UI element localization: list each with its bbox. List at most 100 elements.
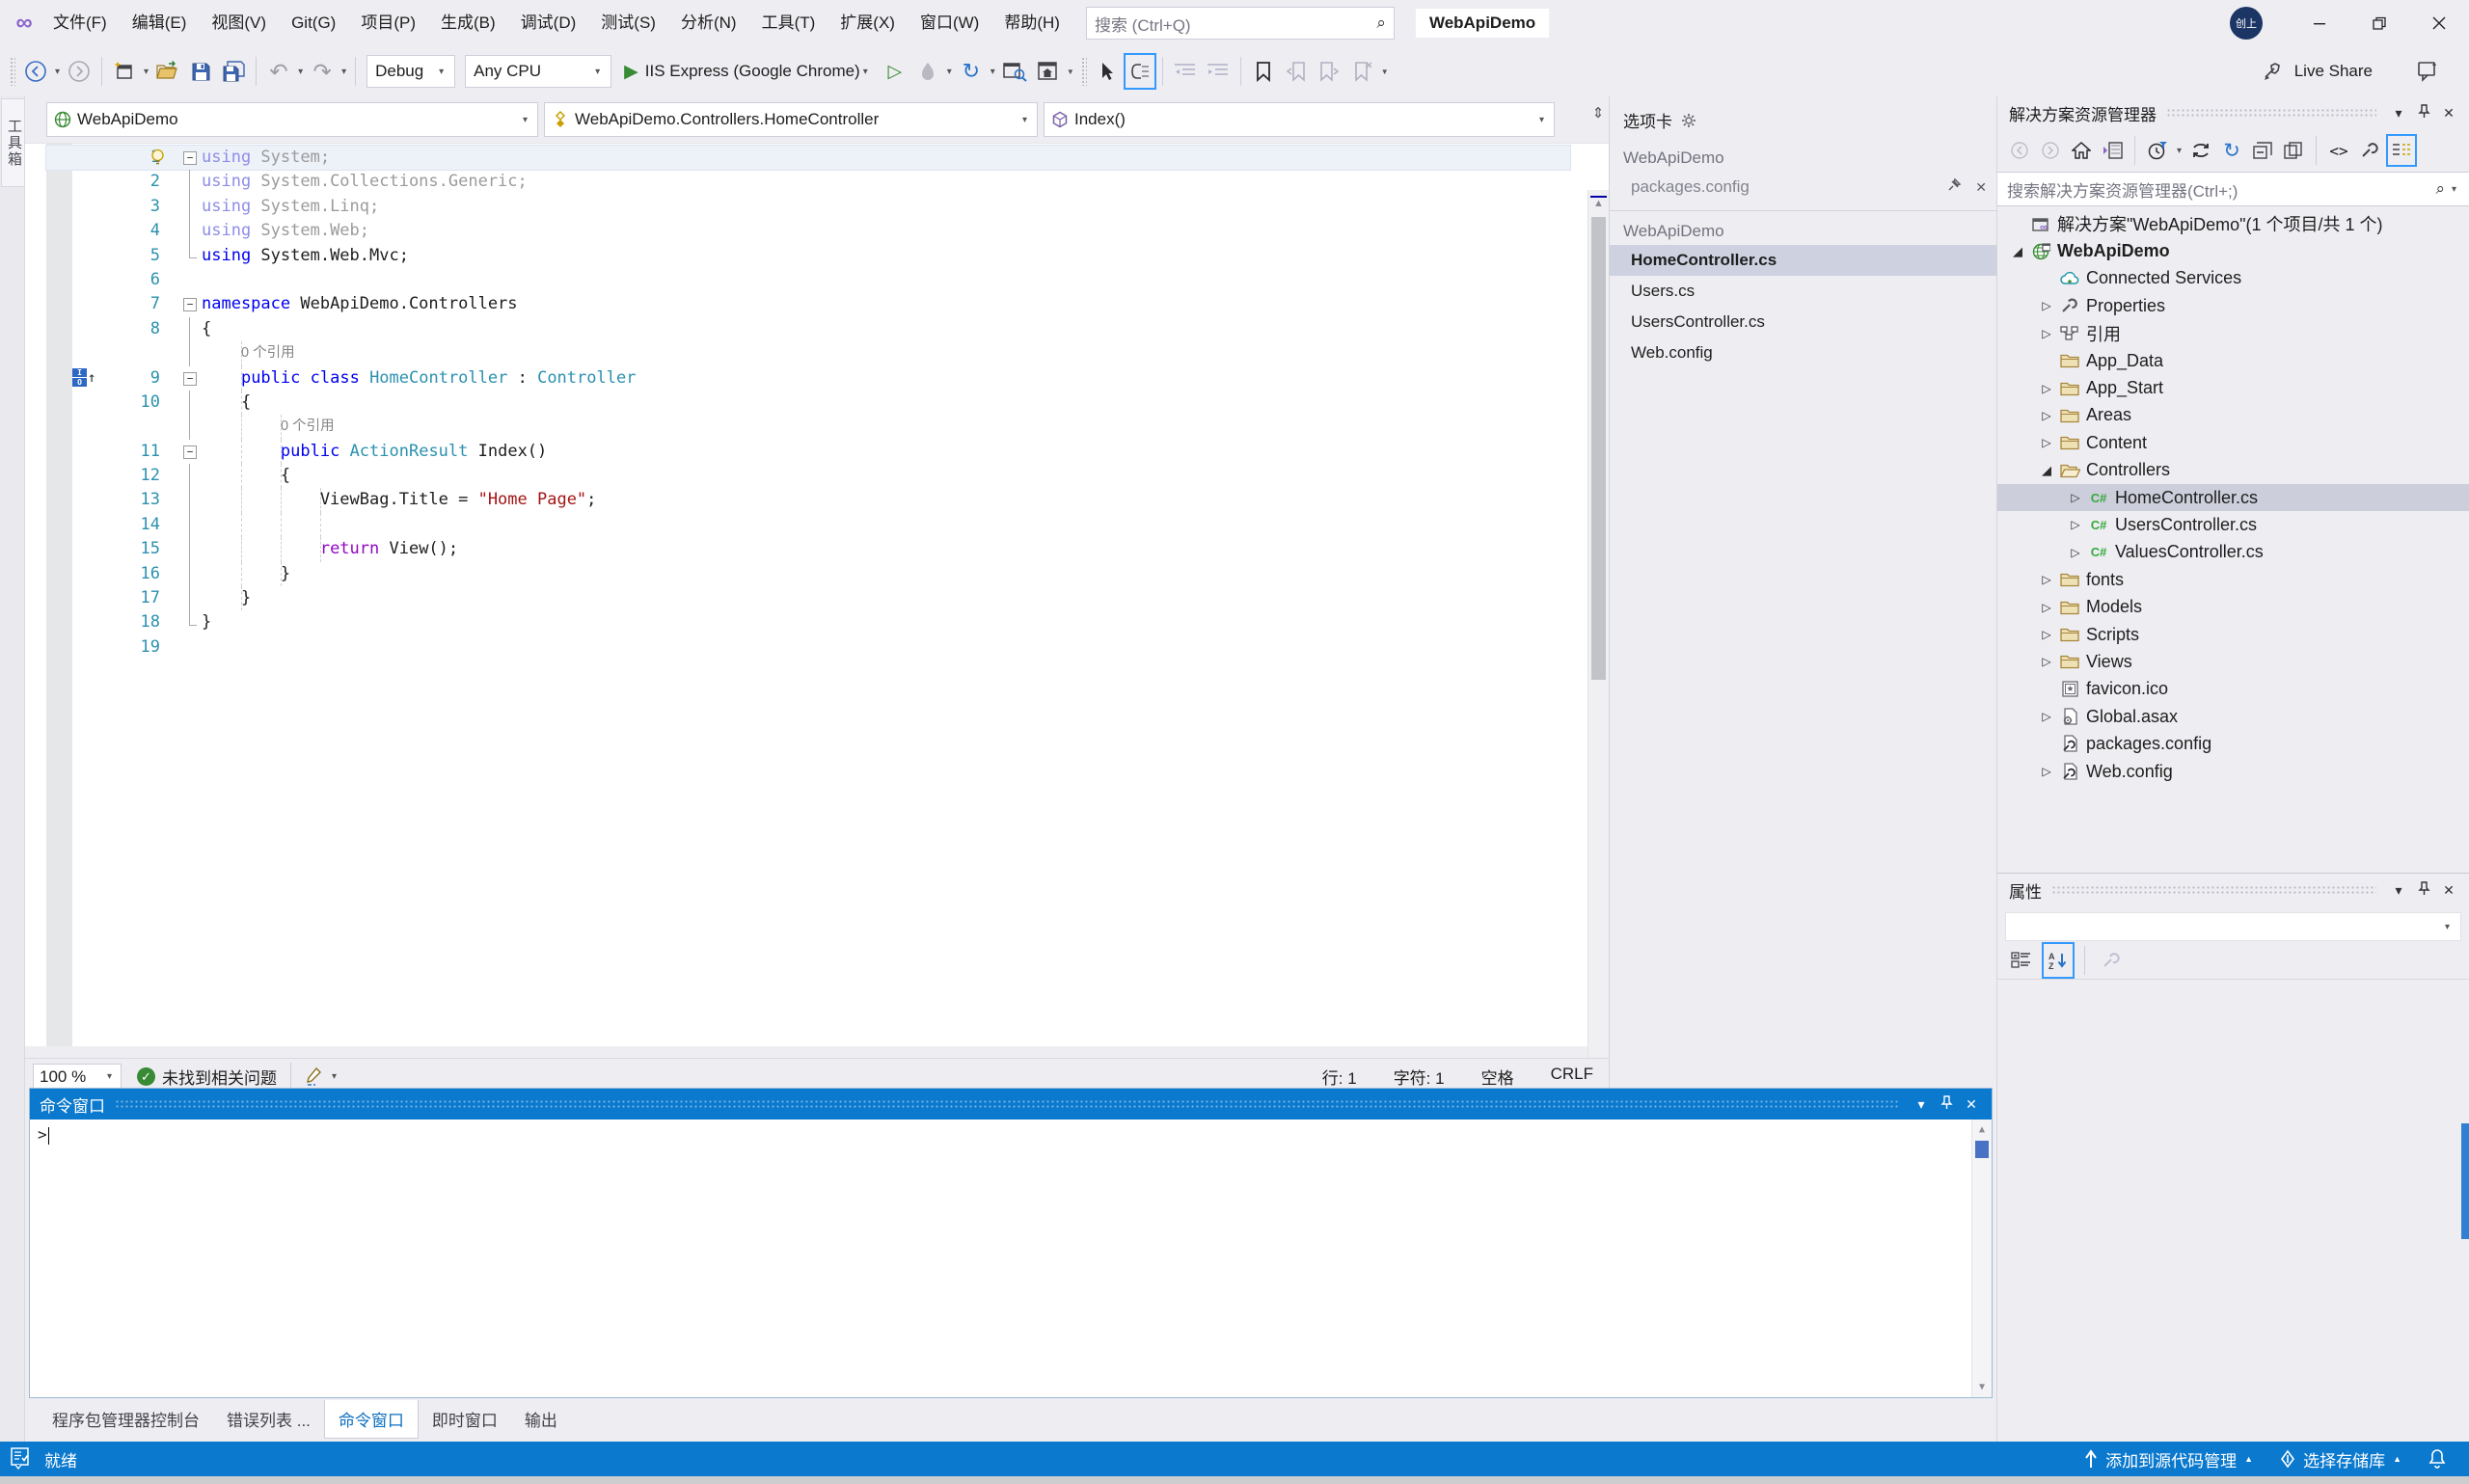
code-line[interactable]: 17 }: [46, 586, 1570, 610]
se-back-button[interactable]: [2005, 134, 2034, 167]
pin-icon[interactable]: [1934, 1095, 1959, 1113]
editor-zoom-select[interactable]: 100 %▾: [33, 1064, 122, 1091]
tree-item-app-data[interactable]: App_Data: [1997, 347, 2469, 374]
clear-bookmarks-button[interactable]: [1345, 53, 1378, 90]
show-all-files-button[interactable]: [2386, 134, 2417, 167]
sync-with-active-document-button[interactable]: [2186, 134, 2215, 167]
bookmarks-overflow-caret[interactable]: ▼: [1378, 67, 1392, 76]
code-line[interactable]: −7namespace WebApiDemo.Controllers: [46, 292, 1570, 316]
collapse-region-button[interactable]: −: [183, 372, 197, 386]
add-to-source-control-button[interactable]: 添加到源代码管理 ▲: [2075, 1442, 2263, 1476]
restore-button[interactable]: [2349, 0, 2409, 46]
toolbar-grip-2[interactable]: [1081, 57, 1087, 86]
toolbar-overflow-caret[interactable]: ▼: [1064, 67, 1077, 76]
refresh-caret[interactable]: ▾: [988, 67, 998, 77]
pending-changes-filter-button[interactable]: [2143, 134, 2172, 167]
view-code-button[interactable]: <>: [2324, 134, 2353, 167]
expander-collapsed-icon[interactable]: ▷: [2036, 299, 2057, 312]
start-debugging-button[interactable]: ▶ IIS Express (Google Chrome) ▾: [616, 53, 879, 90]
navigate-back-button[interactable]: [19, 53, 52, 90]
close-icon[interactable]: ✕: [1959, 1096, 1984, 1113]
collapse-region-button[interactable]: −: [183, 445, 197, 459]
close-icon[interactable]: ✕: [2436, 105, 2461, 121]
tree-item-views[interactable]: ▷Views: [1997, 648, 2469, 675]
expander-collapsed-icon[interactable]: ▷: [2065, 546, 2086, 559]
avatar[interactable]: 创上: [2230, 7, 2263, 40]
document-tab[interactable]: Web.config: [1610, 337, 1996, 368]
code-cleanup-button[interactable]: ▾: [305, 1066, 339, 1088]
selection-pointer-button[interactable]: [1091, 53, 1124, 90]
menu-item[interactable]: Git(G): [279, 13, 348, 32]
window-position-caret[interactable]: ▾: [1909, 1096, 1934, 1113]
navigate-forward-button[interactable]: [63, 53, 95, 90]
intellicode-suggestions-button[interactable]: [1124, 53, 1156, 90]
expander-collapsed-icon[interactable]: ▷: [2036, 409, 2057, 422]
command-window-scrollbar[interactable]: ▲ ▼: [1971, 1120, 1992, 1397]
code-line[interactable]: 4using System.Web;: [46, 219, 1570, 243]
bottom-tab-错误列表[interactable]: 错误列表 ...: [213, 1400, 324, 1438]
tree-item--[interactable]: ▷引用: [1997, 320, 2469, 347]
expander-collapsed-icon[interactable]: ▷: [2036, 573, 2057, 586]
expander-collapsed-icon[interactable]: ▷: [2036, 765, 2057, 778]
toolbox-tab[interactable]: 工具箱: [1, 98, 25, 187]
performance-profiler-button[interactable]: [911, 53, 944, 90]
undo-button[interactable]: ↶: [262, 53, 295, 90]
code-line[interactable]: 18}: [46, 610, 1570, 634]
redo-button[interactable]: ↷: [306, 53, 339, 90]
categorized-button[interactable]: [2005, 942, 2038, 979]
collapse-all-button[interactable]: [2248, 134, 2277, 167]
pin-icon[interactable]: [2411, 104, 2436, 121]
feedback-button[interactable]: [2411, 53, 2444, 90]
expander-collapsed-icon[interactable]: ▷: [2065, 518, 2086, 531]
tree-item-connected-services[interactable]: Connected Services: [1997, 265, 2469, 292]
solution-platform-select[interactable]: Any CPU▾: [465, 55, 611, 88]
project-dropdown[interactable]: WebApiDemo ▾: [46, 102, 538, 137]
codelens-references[interactable]: 0 个引用: [281, 415, 335, 439]
menu-item[interactable]: 文件(F): [41, 13, 120, 32]
collapse-region-button[interactable]: −: [183, 298, 197, 311]
gear-icon[interactable]: [1681, 113, 1696, 128]
property-pages-button[interactable]: [2095, 942, 2128, 979]
tree-item-areas[interactable]: ▷Areas: [1997, 402, 2469, 429]
tree-item-content[interactable]: ▷Content: [1997, 429, 2469, 456]
pin-icon[interactable]: [1947, 177, 1962, 197]
document-tab[interactable]: packages.config✕: [1610, 172, 1996, 202]
scrollbar-thumb[interactable]: [1591, 217, 1606, 680]
code-line[interactable]: −1using System;: [46, 146, 1570, 170]
navigate-back-caret[interactable]: ▾: [52, 67, 63, 77]
preview-selected-items-button[interactable]: [2279, 134, 2308, 167]
solution-configuration-select[interactable]: Debug▾: [366, 55, 455, 88]
se-home-button[interactable]: [2067, 134, 2096, 167]
scrollbar-thumb[interactable]: [1975, 1141, 1989, 1158]
codelens-row[interactable]: 0 个引用: [46, 341, 1570, 365]
bottom-tab-命令窗口[interactable]: 命令窗口: [324, 1400, 419, 1439]
bottom-tab-输出[interactable]: 输出: [511, 1400, 571, 1438]
find-in-files-button[interactable]: [998, 53, 1031, 90]
inheritance-margin-icon[interactable]: IO↑: [72, 368, 95, 388]
document-tab[interactable]: HomeController.cs: [1610, 245, 1996, 276]
tree-item-packages-config[interactable]: packages.config: [1997, 730, 2469, 757]
command-window-input-area[interactable]: > ▲ ▼: [30, 1120, 1992, 1397]
expander-expanded-icon[interactable]: ◢: [2036, 463, 2057, 478]
toolbar-grip[interactable]: [10, 57, 15, 86]
expander-collapsed-icon[interactable]: ▷: [2065, 491, 2086, 504]
expander-collapsed-icon[interactable]: ▷: [2036, 382, 2057, 395]
expander-collapsed-icon[interactable]: ▷: [2036, 327, 2057, 340]
minimize-button[interactable]: [2290, 0, 2349, 46]
code-line[interactable]: 8{: [46, 317, 1570, 341]
tree-item-homecontroller-cs[interactable]: ▷C#HomeController.cs: [1997, 484, 2469, 511]
new-project-caret[interactable]: ▾: [141, 67, 151, 77]
codelens-row[interactable]: 0 个引用: [46, 415, 1570, 439]
previous-bookmark-button[interactable]: [1280, 53, 1313, 90]
filter-caret[interactable]: ▾: [2174, 146, 2184, 156]
window-position-caret[interactable]: ▾: [2386, 105, 2411, 121]
document-health-indicator[interactable]: ✓ 未找到相关问题: [137, 1065, 277, 1089]
bottom-tab-即时窗口[interactable]: 即时窗口: [419, 1400, 511, 1438]
document-tab[interactable]: Users.cs: [1610, 276, 1996, 307]
task-list-icon[interactable]: [10, 1446, 31, 1471]
scroll-up-arrow[interactable]: ▲: [1588, 198, 1609, 209]
tree-item-webapidemo[interactable]: ◢WebApiDemo: [1997, 237, 2469, 264]
switch-views-button[interactable]: [2098, 134, 2127, 167]
eol-mode[interactable]: CRLF: [1551, 1065, 1593, 1089]
increase-indent-button[interactable]: [1202, 53, 1234, 90]
